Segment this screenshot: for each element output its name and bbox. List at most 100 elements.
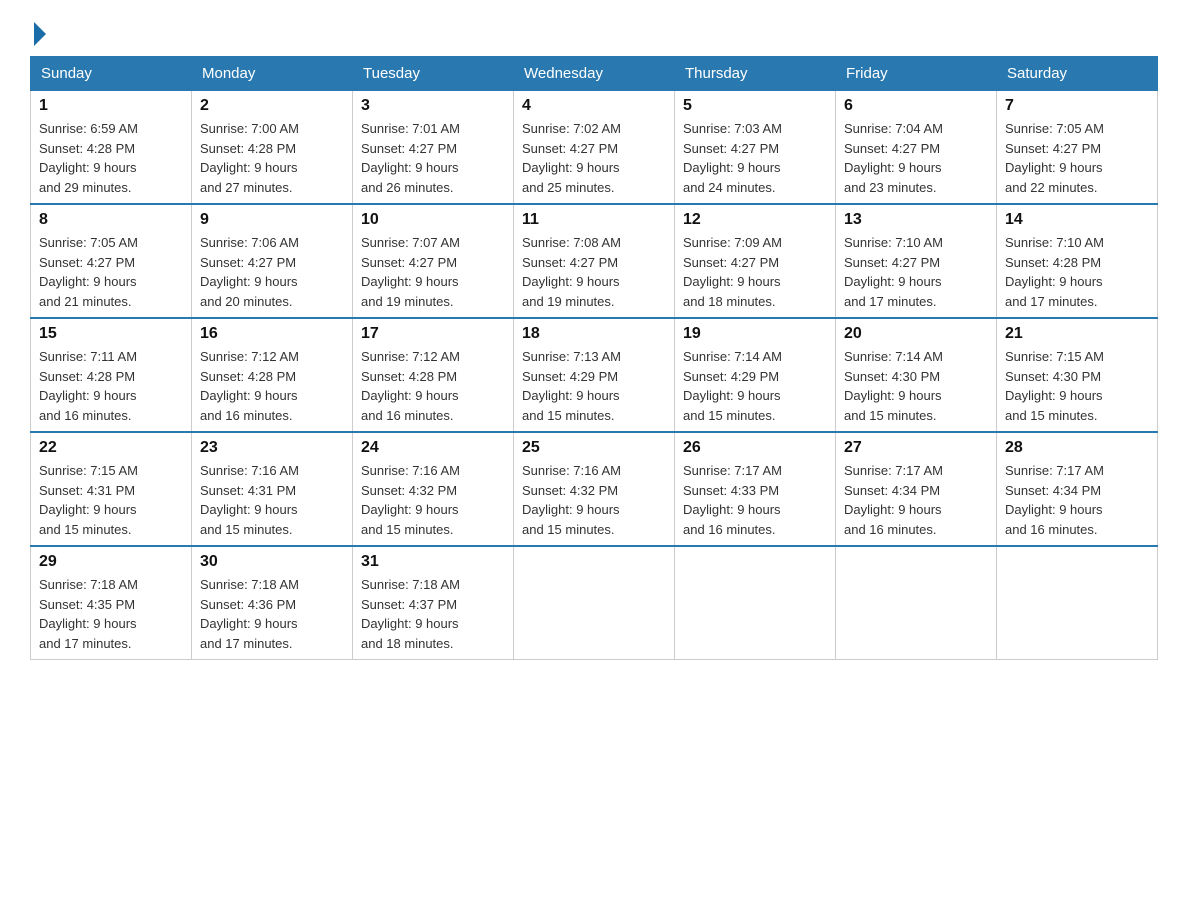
- calendar-cell: 11 Sunrise: 7:08 AM Sunset: 4:27 PM Dayl…: [514, 204, 675, 318]
- calendar-cell: 27 Sunrise: 7:17 AM Sunset: 4:34 PM Dayl…: [836, 432, 997, 546]
- calendar-cell: 22 Sunrise: 7:15 AM Sunset: 4:31 PM Dayl…: [31, 432, 192, 546]
- day-info: Sunrise: 7:10 AM Sunset: 4:27 PM Dayligh…: [844, 233, 988, 311]
- day-number: 17: [361, 325, 505, 343]
- day-number: 13: [844, 211, 988, 229]
- day-number: 15: [39, 325, 183, 343]
- day-info: Sunrise: 7:04 AM Sunset: 4:27 PM Dayligh…: [844, 119, 988, 197]
- day-number: 1: [39, 97, 183, 115]
- calendar-cell: 8 Sunrise: 7:05 AM Sunset: 4:27 PM Dayli…: [31, 204, 192, 318]
- calendar-cell: [836, 546, 997, 660]
- calendar-cell: [675, 546, 836, 660]
- logo: [30, 20, 46, 46]
- col-header-monday: Monday: [192, 57, 353, 91]
- day-info: Sunrise: 7:12 AM Sunset: 4:28 PM Dayligh…: [200, 347, 344, 425]
- day-info: Sunrise: 7:14 AM Sunset: 4:30 PM Dayligh…: [844, 347, 988, 425]
- calendar-cell: 13 Sunrise: 7:10 AM Sunset: 4:27 PM Dayl…: [836, 204, 997, 318]
- day-number: 4: [522, 97, 666, 115]
- day-info: Sunrise: 7:12 AM Sunset: 4:28 PM Dayligh…: [361, 347, 505, 425]
- day-info: Sunrise: 7:09 AM Sunset: 4:27 PM Dayligh…: [683, 233, 827, 311]
- day-number: 3: [361, 97, 505, 115]
- day-info: Sunrise: 7:16 AM Sunset: 4:31 PM Dayligh…: [200, 461, 344, 539]
- day-number: 9: [200, 211, 344, 229]
- calendar-cell: 21 Sunrise: 7:15 AM Sunset: 4:30 PM Dayl…: [997, 318, 1158, 432]
- calendar-cell: 4 Sunrise: 7:02 AM Sunset: 4:27 PM Dayli…: [514, 91, 675, 205]
- day-info: Sunrise: 7:02 AM Sunset: 4:27 PM Dayligh…: [522, 119, 666, 197]
- calendar-week-row: 1 Sunrise: 6:59 AM Sunset: 4:28 PM Dayli…: [31, 91, 1158, 205]
- calendar-week-row: 29 Sunrise: 7:18 AM Sunset: 4:35 PM Dayl…: [31, 546, 1158, 660]
- day-number: 18: [522, 325, 666, 343]
- day-info: Sunrise: 7:11 AM Sunset: 4:28 PM Dayligh…: [39, 347, 183, 425]
- day-info: Sunrise: 7:13 AM Sunset: 4:29 PM Dayligh…: [522, 347, 666, 425]
- day-info: Sunrise: 7:15 AM Sunset: 4:31 PM Dayligh…: [39, 461, 183, 539]
- calendar-table: SundayMondayTuesdayWednesdayThursdayFrid…: [30, 56, 1158, 660]
- calendar-cell: 15 Sunrise: 7:11 AM Sunset: 4:28 PM Dayl…: [31, 318, 192, 432]
- calendar-cell: 31 Sunrise: 7:18 AM Sunset: 4:37 PM Dayl…: [353, 546, 514, 660]
- calendar-cell: 5 Sunrise: 7:03 AM Sunset: 4:27 PM Dayli…: [675, 91, 836, 205]
- day-info: Sunrise: 7:10 AM Sunset: 4:28 PM Dayligh…: [1005, 233, 1149, 311]
- calendar-cell: 30 Sunrise: 7:18 AM Sunset: 4:36 PM Dayl…: [192, 546, 353, 660]
- day-number: 14: [1005, 211, 1149, 229]
- col-header-thursday: Thursday: [675, 57, 836, 91]
- day-number: 31: [361, 553, 505, 571]
- day-number: 26: [683, 439, 827, 457]
- day-info: Sunrise: 7:16 AM Sunset: 4:32 PM Dayligh…: [361, 461, 505, 539]
- calendar-week-row: 22 Sunrise: 7:15 AM Sunset: 4:31 PM Dayl…: [31, 432, 1158, 546]
- calendar-cell: 23 Sunrise: 7:16 AM Sunset: 4:31 PM Dayl…: [192, 432, 353, 546]
- calendar-week-row: 8 Sunrise: 7:05 AM Sunset: 4:27 PM Dayli…: [31, 204, 1158, 318]
- day-number: 11: [522, 211, 666, 229]
- calendar-cell: 26 Sunrise: 7:17 AM Sunset: 4:33 PM Dayl…: [675, 432, 836, 546]
- calendar-cell: 20 Sunrise: 7:14 AM Sunset: 4:30 PM Dayl…: [836, 318, 997, 432]
- calendar-cell: 14 Sunrise: 7:10 AM Sunset: 4:28 PM Dayl…: [997, 204, 1158, 318]
- day-number: 2: [200, 97, 344, 115]
- calendar-cell: 3 Sunrise: 7:01 AM Sunset: 4:27 PM Dayli…: [353, 91, 514, 205]
- day-number: 29: [39, 553, 183, 571]
- day-info: Sunrise: 7:18 AM Sunset: 4:36 PM Dayligh…: [200, 575, 344, 653]
- day-number: 19: [683, 325, 827, 343]
- day-info: Sunrise: 7:15 AM Sunset: 4:30 PM Dayligh…: [1005, 347, 1149, 425]
- day-info: Sunrise: 7:18 AM Sunset: 4:35 PM Dayligh…: [39, 575, 183, 653]
- day-number: 5: [683, 97, 827, 115]
- calendar-header-row: SundayMondayTuesdayWednesdayThursdayFrid…: [31, 57, 1158, 91]
- col-header-sunday: Sunday: [31, 57, 192, 91]
- day-number: 16: [200, 325, 344, 343]
- col-header-saturday: Saturday: [997, 57, 1158, 91]
- col-header-friday: Friday: [836, 57, 997, 91]
- calendar-cell: 17 Sunrise: 7:12 AM Sunset: 4:28 PM Dayl…: [353, 318, 514, 432]
- day-info: Sunrise: 7:18 AM Sunset: 4:37 PM Dayligh…: [361, 575, 505, 653]
- day-number: 28: [1005, 439, 1149, 457]
- day-number: 20: [844, 325, 988, 343]
- day-number: 10: [361, 211, 505, 229]
- calendar-cell: 24 Sunrise: 7:16 AM Sunset: 4:32 PM Dayl…: [353, 432, 514, 546]
- col-header-tuesday: Tuesday: [353, 57, 514, 91]
- day-number: 22: [39, 439, 183, 457]
- day-info: Sunrise: 7:17 AM Sunset: 4:34 PM Dayligh…: [844, 461, 988, 539]
- day-number: 27: [844, 439, 988, 457]
- calendar-cell: 28 Sunrise: 7:17 AM Sunset: 4:34 PM Dayl…: [997, 432, 1158, 546]
- calendar-cell: [514, 546, 675, 660]
- day-info: Sunrise: 7:08 AM Sunset: 4:27 PM Dayligh…: [522, 233, 666, 311]
- day-number: 30: [200, 553, 344, 571]
- calendar-week-row: 15 Sunrise: 7:11 AM Sunset: 4:28 PM Dayl…: [31, 318, 1158, 432]
- calendar-cell: 2 Sunrise: 7:00 AM Sunset: 4:28 PM Dayli…: [192, 91, 353, 205]
- day-number: 24: [361, 439, 505, 457]
- day-info: Sunrise: 7:03 AM Sunset: 4:27 PM Dayligh…: [683, 119, 827, 197]
- day-info: Sunrise: 7:05 AM Sunset: 4:27 PM Dayligh…: [39, 233, 183, 311]
- calendar-cell: 18 Sunrise: 7:13 AM Sunset: 4:29 PM Dayl…: [514, 318, 675, 432]
- calendar-cell: 1 Sunrise: 6:59 AM Sunset: 4:28 PM Dayli…: [31, 91, 192, 205]
- day-number: 12: [683, 211, 827, 229]
- calendar-cell: 10 Sunrise: 7:07 AM Sunset: 4:27 PM Dayl…: [353, 204, 514, 318]
- day-info: Sunrise: 7:06 AM Sunset: 4:27 PM Dayligh…: [200, 233, 344, 311]
- day-info: Sunrise: 7:07 AM Sunset: 4:27 PM Dayligh…: [361, 233, 505, 311]
- day-info: Sunrise: 7:01 AM Sunset: 4:27 PM Dayligh…: [361, 119, 505, 197]
- day-number: 25: [522, 439, 666, 457]
- calendar-cell: 7 Sunrise: 7:05 AM Sunset: 4:27 PM Dayli…: [997, 91, 1158, 205]
- calendar-cell: 9 Sunrise: 7:06 AM Sunset: 4:27 PM Dayli…: [192, 204, 353, 318]
- col-header-wednesday: Wednesday: [514, 57, 675, 91]
- day-info: Sunrise: 7:05 AM Sunset: 4:27 PM Dayligh…: [1005, 119, 1149, 197]
- calendar-cell: 19 Sunrise: 7:14 AM Sunset: 4:29 PM Dayl…: [675, 318, 836, 432]
- page-header: [30, 20, 1158, 46]
- calendar-cell: 25 Sunrise: 7:16 AM Sunset: 4:32 PM Dayl…: [514, 432, 675, 546]
- day-number: 21: [1005, 325, 1149, 343]
- day-number: 7: [1005, 97, 1149, 115]
- day-number: 8: [39, 211, 183, 229]
